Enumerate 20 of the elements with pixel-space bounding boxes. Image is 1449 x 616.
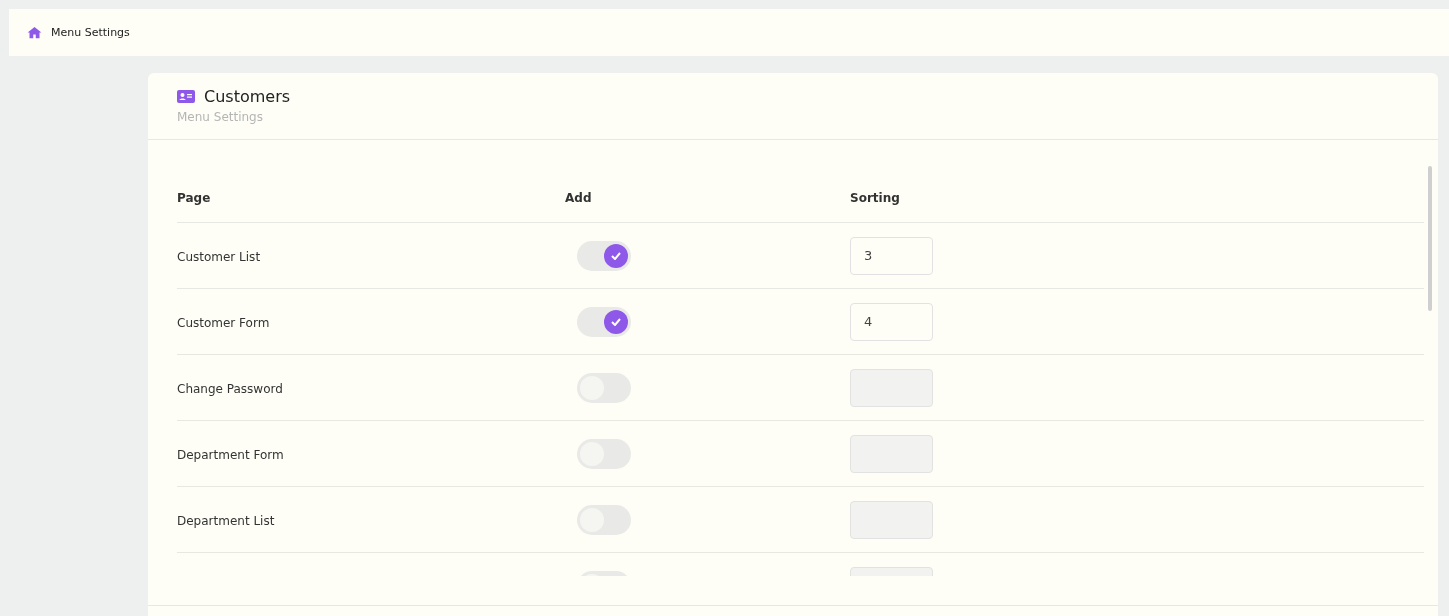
page-name: Department Form [177, 448, 284, 462]
page-name: Customer List [177, 250, 261, 264]
page-name: Customer Form [177, 316, 270, 330]
scrollbar[interactable] [1428, 166, 1432, 311]
check-icon [611, 317, 621, 326]
check-icon [611, 251, 621, 260]
column-header: Sorting [850, 190, 901, 205]
sorting-input[interactable]: 3 [850, 236, 933, 275]
toggle-switch[interactable] [577, 306, 631, 337]
column-header: Add [565, 190, 593, 205]
page-name: Department List [177, 514, 275, 528]
toggle-switch[interactable] [577, 240, 631, 271]
home-icon [27, 26, 42, 39]
page-name: Change Password [177, 382, 283, 396]
breadcrumb-title: Menu Settings [51, 26, 130, 39]
card-subtitle: Menu Settings [177, 110, 264, 124]
column-header: Page [177, 190, 212, 205]
card-title: Customers [204, 87, 291, 106]
id-card-icon [177, 90, 195, 103]
sorting-input[interactable]: 4 [850, 302, 933, 341]
